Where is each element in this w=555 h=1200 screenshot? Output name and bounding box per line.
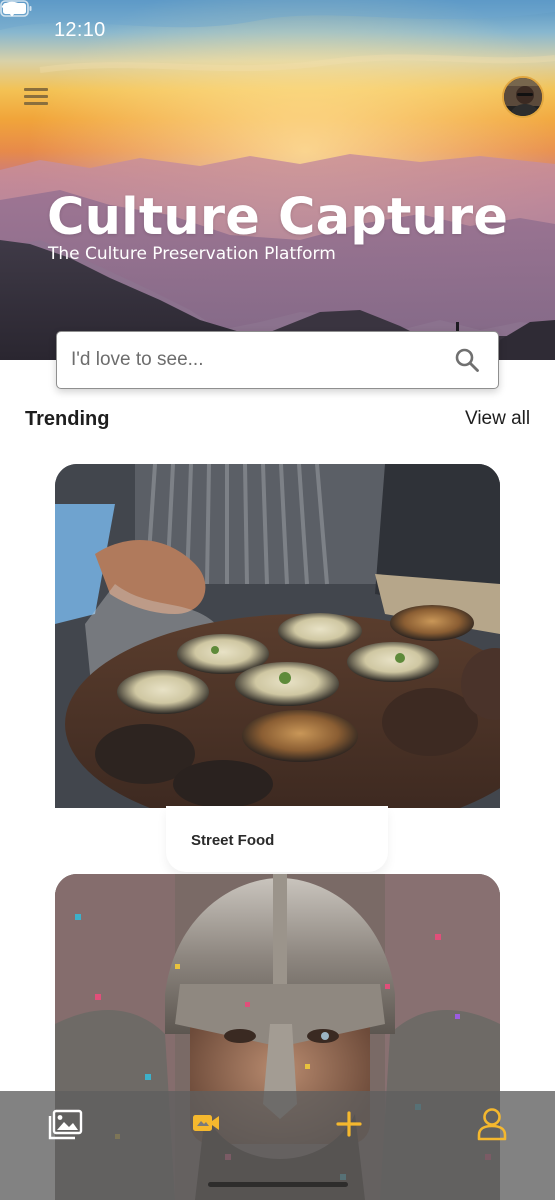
app-title: Culture Capture xyxy=(47,188,509,247)
hero-header: 12:10 Culture Capture The Culture Preser… xyxy=(0,0,555,360)
trending-heading: Trending xyxy=(25,408,110,430)
hamburger-menu-icon[interactable] xyxy=(24,88,50,108)
plus-icon[interactable] xyxy=(335,1110,363,1138)
status-bar: 12:10 xyxy=(0,0,555,62)
search-input[interactable] xyxy=(71,340,441,380)
status-time: 12:10 xyxy=(54,19,106,41)
home-indicator xyxy=(208,1182,348,1187)
bottom-navigation-bar xyxy=(0,1091,555,1200)
search-bar[interactable] xyxy=(56,331,499,389)
trending-card-street-food-image[interactable] xyxy=(55,464,500,808)
app-subtitle: The Culture Preservation Platform xyxy=(48,244,336,264)
avatar[interactable] xyxy=(502,76,544,118)
image-gallery-icon[interactable] xyxy=(47,1109,83,1141)
battery-icon xyxy=(0,0,32,17)
video-camera-icon[interactable] xyxy=(192,1111,220,1135)
trending-card-label[interactable]: Street Food xyxy=(166,806,388,872)
view-all-link[interactable]: View all xyxy=(465,408,530,430)
user-profile-icon[interactable] xyxy=(476,1107,508,1141)
user-avatar-icon xyxy=(504,78,542,116)
street-food-photo xyxy=(55,464,500,808)
search-icon[interactable] xyxy=(454,347,480,373)
